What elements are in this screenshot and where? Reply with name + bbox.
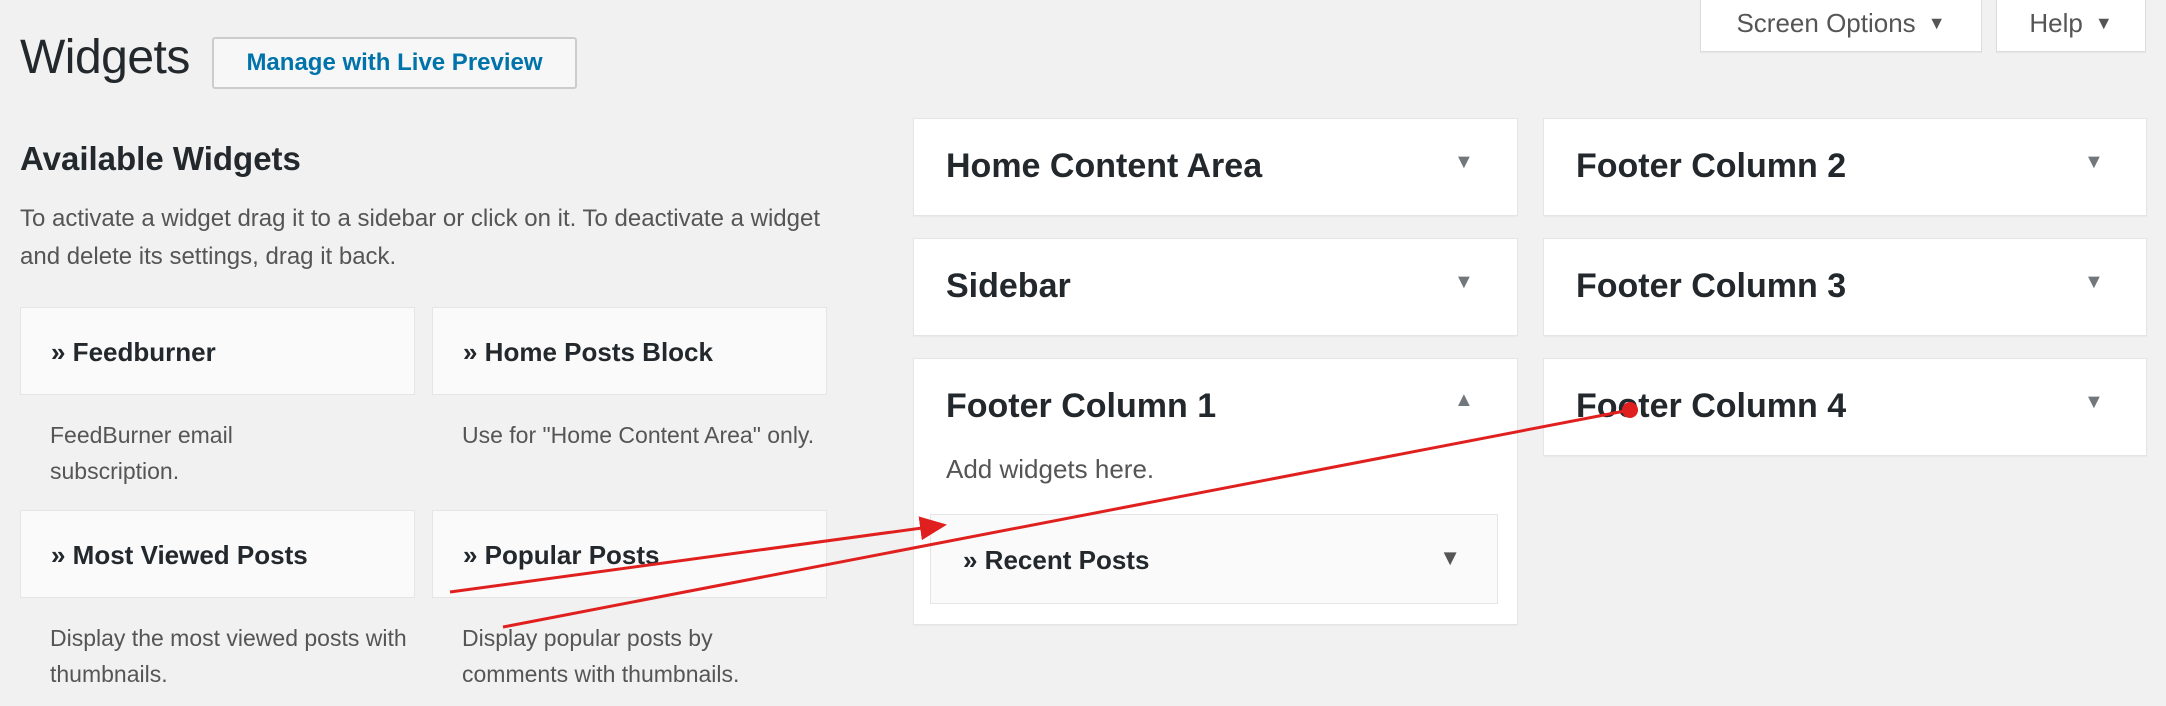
annotation-arrows — [449, 402, 1638, 629]
arrow-endpoint-dot — [1622, 402, 1638, 418]
arrow-popular-to-footer-1 — [449, 516, 947, 594]
arrow-popular-to-footer-4 — [502, 408, 1631, 629]
